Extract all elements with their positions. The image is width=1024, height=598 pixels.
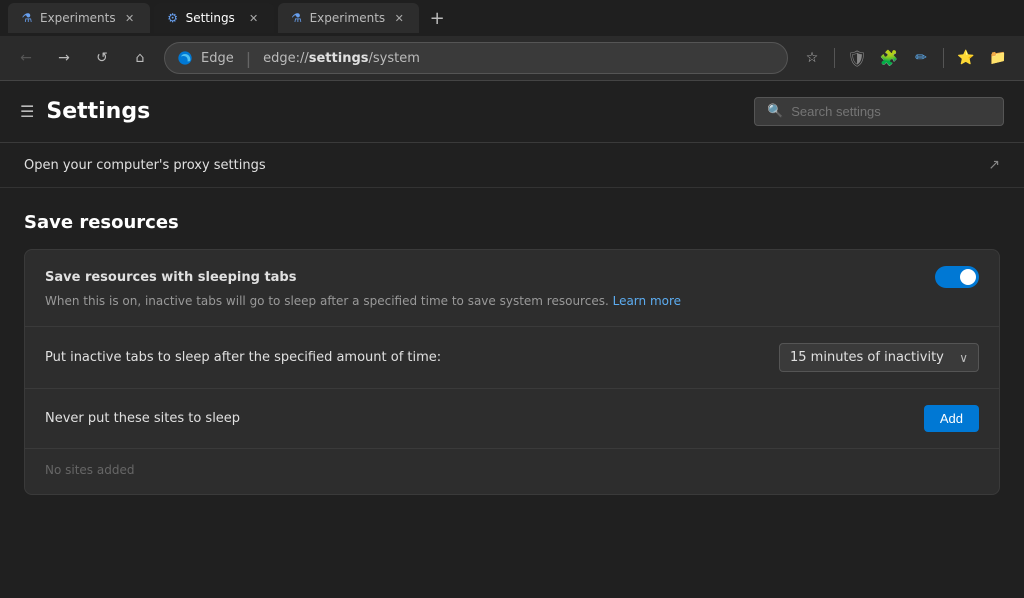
edge-logo <box>177 50 193 66</box>
tab-experiments-1[interactable]: ⚗ Experiments ✕ <box>8 3 150 33</box>
flask-icon-1: ⚗ <box>20 11 34 25</box>
shield-icon[interactable]: 🛡 <box>843 44 871 72</box>
page-title: Settings <box>46 99 150 124</box>
gear-icon-tab: ⚙ <box>166 11 180 25</box>
sleep-timeout-dropdown[interactable]: 15 minutes of inactivity ∨ <box>779 343 979 372</box>
address-bar: ← → ↺ ⌂ Edge | edge://settings/system ☆ … <box>0 36 1024 80</box>
collections-icon[interactable]: 📁 <box>984 44 1012 72</box>
address-sep: | <box>246 49 251 68</box>
settings-header: ☰ Settings 🔍 <box>0 81 1024 142</box>
forward-button[interactable]: → <box>50 44 78 72</box>
save-resources-title: Save resources <box>24 212 1000 233</box>
refresh-button[interactable]: ↺ <box>88 44 116 72</box>
tab-close-2[interactable]: ✕ <box>391 10 407 26</box>
favorites-icon[interactable]: ⭐ <box>952 44 980 72</box>
tab-close-1[interactable]: ✕ <box>122 10 138 26</box>
star-icon[interactable]: ☆ <box>798 44 826 72</box>
sleep-timeout-row: Put inactive tabs to sleep after the spe… <box>25 327 999 389</box>
tab-experiments-2[interactable]: ⚗ Experiments ✕ <box>278 3 420 33</box>
search-icon: 🔍 <box>767 104 783 119</box>
address-prefix: Edge <box>201 51 234 66</box>
tab-label-1: Experiments <box>40 11 116 25</box>
extensions-icon[interactable]: 🧩 <box>875 44 903 72</box>
tab-label-settings: Settings <box>186 11 235 25</box>
home-button[interactable]: ⌂ <box>126 44 154 72</box>
search-settings-input-box[interactable]: 🔍 <box>754 97 1004 126</box>
sleeping-tabs-top: Save resources with sleeping tabs <box>45 266 979 288</box>
proxy-label: Open your computer's proxy settings <box>24 158 266 173</box>
tab-close-settings[interactable]: ✕ <box>246 10 262 26</box>
toolbar-icons: ☆ 🛡 🧩 ✏ ⭐ 📁 <box>798 44 1012 72</box>
sleeping-tabs-title: Save resources with sleeping tabs <box>45 270 923 285</box>
toolbar-separator-2 <box>943 48 944 68</box>
never-sleep-row: Never put these sites to sleep Add <box>25 389 999 449</box>
no-sites-text: No sites added <box>45 463 134 477</box>
save-resources-card: Save resources with sleeping tabs When t… <box>24 249 1000 495</box>
tab-bar: ⚗ Experiments ✕ ⚙ Settings ✕ ⚗ Experimen… <box>0 0 1024 36</box>
add-site-button[interactable]: Add <box>924 405 979 432</box>
no-sites-row: No sites added <box>25 449 999 494</box>
tab-settings[interactable]: ⚙ Settings ✕ <box>154 3 274 33</box>
search-settings-field[interactable] <box>791 104 991 119</box>
sleeping-tabs-row: Save resources with sleeping tabs When t… <box>25 250 999 327</box>
browser-chrome: ⚗ Experiments ✕ ⚙ Settings ✕ ⚗ Experimen… <box>0 0 1024 81</box>
back-button[interactable]: ← <box>12 44 40 72</box>
settings-page: ☰ Settings 🔍 Open your computer's proxy … <box>0 81 1024 598</box>
learn-more-link[interactable]: Learn more <box>613 294 681 308</box>
search-settings-container: 🔍 <box>754 97 1004 126</box>
sleeping-tabs-toggle[interactable] <box>935 266 979 288</box>
pen-icon[interactable]: ✏ <box>907 44 935 72</box>
toolbar-separator-1 <box>834 48 835 68</box>
address-url: edge://settings/system <box>263 51 420 66</box>
chevron-down-icon: ∨ <box>959 351 968 365</box>
never-sleep-label: Never put these sites to sleep <box>45 411 924 426</box>
hamburger-icon[interactable]: ☰ <box>20 102 34 121</box>
address-input[interactable]: Edge | edge://settings/system <box>164 42 788 74</box>
external-link-icon: ↗ <box>988 157 1000 173</box>
tab-label-2: Experiments <box>310 11 386 25</box>
save-resources-section: Save resources Save resources with sleep… <box>0 188 1024 495</box>
proxy-row[interactable]: Open your computer's proxy settings ↗ <box>0 143 1024 188</box>
flask-icon-2: ⚗ <box>290 11 304 25</box>
new-tab-button[interactable]: + <box>423 4 451 32</box>
sleep-timeout-value: 15 minutes of inactivity <box>790 350 944 365</box>
sleeping-tabs-description: When this is on, inactive tabs will go t… <box>45 292 979 310</box>
sleep-timeout-label: Put inactive tabs to sleep after the spe… <box>45 350 779 365</box>
